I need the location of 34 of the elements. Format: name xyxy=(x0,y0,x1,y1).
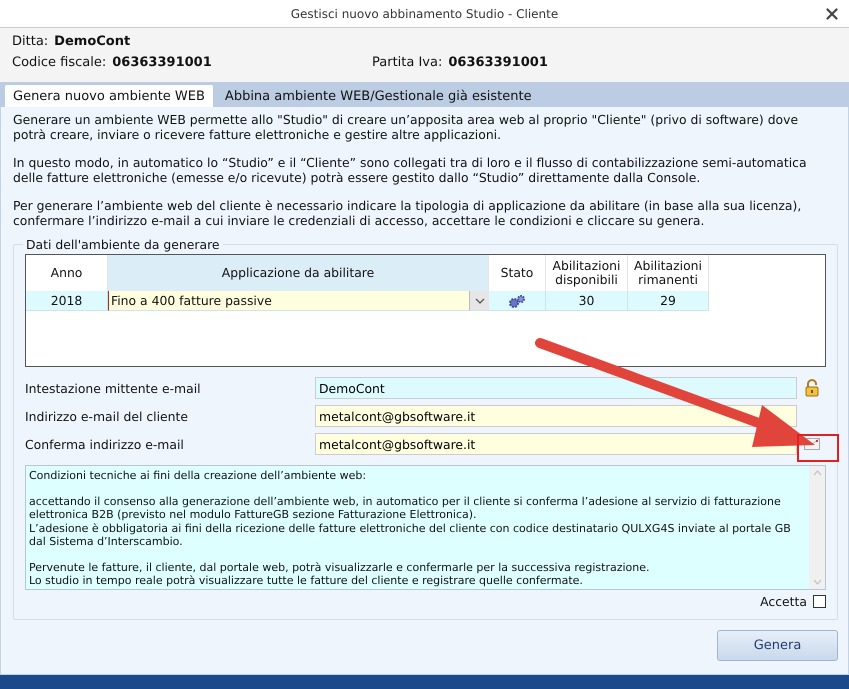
field-label: Conferma indirizzo e-mail xyxy=(25,436,185,452)
genera-button[interactable]: Genera xyxy=(717,630,838,661)
email-field[interactable]: DemoCont xyxy=(315,377,797,399)
conditions-paragraph: Condizioni tecniche ai fini della creazione dell’ambiente web: xyxy=(29,469,368,482)
codice-fiscale-value: 06363391001 xyxy=(112,55,212,70)
field-label: Indirizzo e-mail del cliente xyxy=(25,408,189,424)
padlock-icon[interactable] xyxy=(804,379,820,397)
ditta-label: Ditta: xyxy=(12,34,48,49)
email-field[interactable]: metalcont@gbsoftware.it xyxy=(315,405,797,427)
ditta-value: DemoCont xyxy=(54,34,130,49)
email-field[interactable]: metalcont@gbsoftware.it xyxy=(315,433,797,455)
accept-label: Accetta xyxy=(760,594,807,609)
year-cell: 2018 xyxy=(26,291,108,311)
application-dropdown[interactable]: Fino a 400 fatture passive xyxy=(108,291,489,311)
caret-icon[interactable] xyxy=(469,291,489,310)
tab[interactable]: Abbina ambiente WEB/Gestionale già esistente xyxy=(216,85,540,107)
partita-iva-value: 06363391001 xyxy=(448,55,548,70)
conditions-paragraph: accettando il consenso alla generazione dell’ambiente web, in automatico per il cliente si conferma l’adesione al servizio di fatturazione elettronica B2B (previsto nel modulo FattureGB sezione Fatturazione Elettronica). L’adesione è obbligatoria ai fini della ricezione delle fatture elettroniche del cliente con codice destinatario QULXG4S inviate al portale GB dal Sistema d’Interscambio. xyxy=(29,494,792,548)
accept-checkbox[interactable] xyxy=(813,595,826,608)
remaining-cell: 29 xyxy=(628,291,709,311)
group-title: Dati dell'ambiente da generare xyxy=(25,237,221,252)
intro-paragraph: In questo modo, in automatico lo “Studio” e il “Cliente” sono collegati tra di loro e il flusso di contabilizzazione semi-automatica delle fatture elettroniche (emesse e/o ricevute) potrà essere gestito dallo “Studio” direttamente dalla Console. xyxy=(13,155,808,185)
conditions-paragraph: Pervenute le fatture, il cliente, dal portale web, potrà visualizzarle e confermarle per la successiva registrazione. Lo studio in tempo reale potrà visualizzare tutte le fatture del cliente e registrare quelle confermate. xyxy=(29,560,651,588)
intro-paragraph: Per generare l’ambiente web del cliente è necessario indicare la tipologia di applicazione da abilitare (in base alla sua licenza), confermare l’indirizzo e-mail a cui inviare le credenziali di accesso, accettare le condizioni e cliccare su genera. xyxy=(13,198,802,228)
column-header: Applicazione da abilitare xyxy=(108,255,489,291)
partita-iva-label: Partita Iva: xyxy=(372,55,442,70)
highlight-frame xyxy=(797,434,839,462)
available-cell: 30 xyxy=(546,291,628,311)
gears-icon xyxy=(508,294,526,308)
codice-fiscale-label: Codice fiscale: xyxy=(12,55,106,70)
window-title: Gestisci nuovo abbinamento Studio - Cliente xyxy=(290,6,558,20)
tab[interactable]: Genera nuovo ambiente WEB xyxy=(5,85,213,107)
field-label: Intestazione mittente e-mail xyxy=(25,380,202,396)
intro-paragraph: Generare un ambiente WEB permette allo "Studio" di creare un’apposita area web al proprio "Cliente" (privo di software) dove potrà creare, inviare o ricevere fatture elettroniche e gestire altre applicazioni. xyxy=(13,112,800,142)
